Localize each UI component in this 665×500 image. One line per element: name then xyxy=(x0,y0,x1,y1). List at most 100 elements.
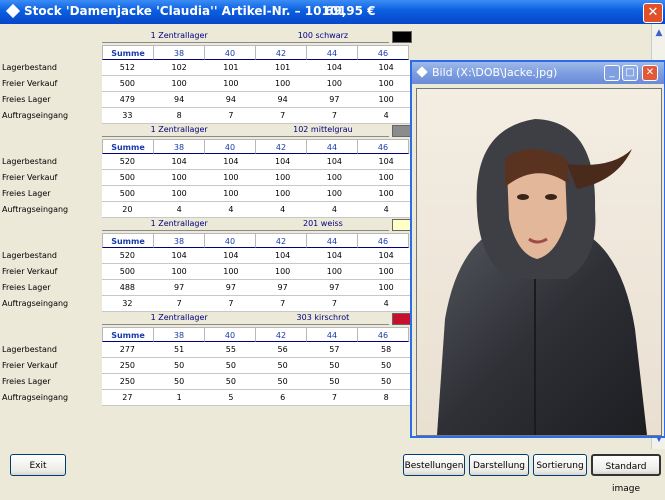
column-header[interactable]: 44 xyxy=(306,138,358,154)
table-cell[interactable]: 500 xyxy=(101,264,154,280)
table-cell[interactable]: 500 xyxy=(101,186,154,202)
table-cell[interactable]: 7 xyxy=(308,390,361,406)
table-cell[interactable]: 32 xyxy=(101,296,154,312)
table-cell[interactable]: 50 xyxy=(256,358,309,374)
exit-button[interactable]: Exit xyxy=(10,454,66,476)
table-cell[interactable]: 4 xyxy=(153,202,206,218)
table-cell[interactable]: 94 xyxy=(256,92,309,108)
table-cell[interactable]: 57 xyxy=(308,342,361,358)
column-header[interactable]: 46 xyxy=(357,44,409,60)
table-cell[interactable]: 56 xyxy=(256,342,309,358)
table-cell[interactable]: 100 xyxy=(360,170,413,186)
table-cell[interactable]: 8 xyxy=(153,108,206,124)
table-cell[interactable]: 488 xyxy=(101,280,154,296)
table-cell[interactable]: 50 xyxy=(360,358,413,374)
table-cell[interactable]: 104 xyxy=(308,60,361,76)
table-cell[interactable]: 97 xyxy=(256,280,309,296)
table-cell[interactable]: 50 xyxy=(153,358,206,374)
table-cell[interactable]: 104 xyxy=(256,248,309,264)
column-header[interactable]: 38 xyxy=(153,138,205,154)
table-cell[interactable]: 1 xyxy=(153,390,206,406)
minimize-button[interactable]: _ xyxy=(604,65,620,81)
table-cell[interactable]: 58 xyxy=(360,342,413,358)
table-cell[interactable]: 104 xyxy=(360,60,413,76)
table-cell[interactable]: 500 xyxy=(101,170,154,186)
table-cell[interactable]: 100 xyxy=(205,264,257,280)
table-cell[interactable]: 100 xyxy=(256,186,309,202)
column-header[interactable]: 42 xyxy=(255,44,307,60)
column-header[interactable]: Summe xyxy=(102,232,154,248)
table-cell[interactable]: 94 xyxy=(153,92,206,108)
table-cell[interactable]: 55 xyxy=(205,342,257,358)
table-cell[interactable]: 50 xyxy=(205,374,257,390)
table-cell[interactable]: 50 xyxy=(256,374,309,390)
column-header[interactable]: 46 xyxy=(357,326,409,342)
table-cell[interactable]: 101 xyxy=(256,60,309,76)
maximize-button[interactable]: □ xyxy=(622,65,638,81)
table-cell[interactable]: 8 xyxy=(360,390,413,406)
table-cell[interactable]: 4 xyxy=(205,202,257,218)
table-cell[interactable]: 100 xyxy=(360,186,413,202)
table-cell[interactable]: 4 xyxy=(360,296,413,312)
table-cell[interactable]: 104 xyxy=(360,154,413,170)
table-cell[interactable]: 100 xyxy=(205,170,257,186)
table-cell[interactable]: 94 xyxy=(205,92,257,108)
column-header[interactable]: 44 xyxy=(306,44,358,60)
table-cell[interactable]: 104 xyxy=(308,154,361,170)
scroll-up-icon[interactable]: ▲ xyxy=(652,26,665,40)
table-cell[interactable]: 97 xyxy=(308,280,361,296)
column-header[interactable]: 38 xyxy=(153,232,205,248)
table-cell[interactable]: 104 xyxy=(153,154,206,170)
table-cell[interactable]: 277 xyxy=(101,342,154,358)
table-cell[interactable]: 100 xyxy=(308,186,361,202)
table-cell[interactable]: 100 xyxy=(308,76,361,92)
table-cell[interactable]: 50 xyxy=(308,358,361,374)
table-cell[interactable]: 4 xyxy=(360,202,413,218)
table-cell[interactable]: 100 xyxy=(256,76,309,92)
table-cell[interactable]: 6 xyxy=(256,390,309,406)
column-header[interactable]: 40 xyxy=(204,232,256,248)
column-header[interactable]: 42 xyxy=(255,326,307,342)
column-header[interactable]: 38 xyxy=(153,44,205,60)
table-cell[interactable]: 7 xyxy=(308,108,361,124)
table-cell[interactable]: 104 xyxy=(205,248,257,264)
table-cell[interactable]: 27 xyxy=(101,390,154,406)
image-close-button[interactable]: ✕ xyxy=(642,65,658,81)
table-cell[interactable]: 7 xyxy=(256,108,309,124)
column-header[interactable]: Summe xyxy=(102,138,154,154)
table-cell[interactable]: 100 xyxy=(153,186,206,202)
column-header[interactable]: 46 xyxy=(357,138,409,154)
table-cell[interactable]: 7 xyxy=(256,296,309,312)
table-cell[interactable]: 7 xyxy=(308,296,361,312)
column-header[interactable]: 40 xyxy=(204,44,256,60)
darstellung-button[interactable]: Darstellung xyxy=(469,454,529,476)
table-cell[interactable]: 50 xyxy=(308,374,361,390)
table-cell[interactable]: 104 xyxy=(360,248,413,264)
table-cell[interactable]: 5 xyxy=(205,390,257,406)
table-cell[interactable]: 100 xyxy=(360,76,413,92)
column-header[interactable]: 40 xyxy=(204,138,256,154)
table-cell[interactable]: 500 xyxy=(101,76,154,92)
table-cell[interactable]: 100 xyxy=(360,280,413,296)
table-cell[interactable]: 33 xyxy=(101,108,154,124)
standard-image-button[interactable]: Standard image xyxy=(591,454,661,494)
table-cell[interactable]: 4 xyxy=(256,202,309,218)
table-cell[interactable]: 4 xyxy=(360,108,413,124)
close-button[interactable]: ✕ xyxy=(643,3,663,23)
column-header[interactable]: Summe xyxy=(102,326,154,342)
column-header[interactable]: 46 xyxy=(357,232,409,248)
table-cell[interactable]: 97 xyxy=(308,92,361,108)
column-header[interactable]: 40 xyxy=(204,326,256,342)
table-cell[interactable]: 100 xyxy=(360,264,413,280)
table-cell[interactable]: 104 xyxy=(205,154,257,170)
table-cell[interactable]: 100 xyxy=(205,186,257,202)
table-cell[interactable]: 97 xyxy=(153,280,206,296)
table-cell[interactable]: 100 xyxy=(308,264,361,280)
table-cell[interactable]: 100 xyxy=(153,264,206,280)
table-cell[interactable]: 512 xyxy=(101,60,154,76)
table-cell[interactable]: 100 xyxy=(360,92,413,108)
table-cell[interactable]: 50 xyxy=(205,358,257,374)
table-cell[interactable]: 104 xyxy=(308,248,361,264)
table-cell[interactable]: 50 xyxy=(360,374,413,390)
table-cell[interactable]: 520 xyxy=(101,154,154,170)
